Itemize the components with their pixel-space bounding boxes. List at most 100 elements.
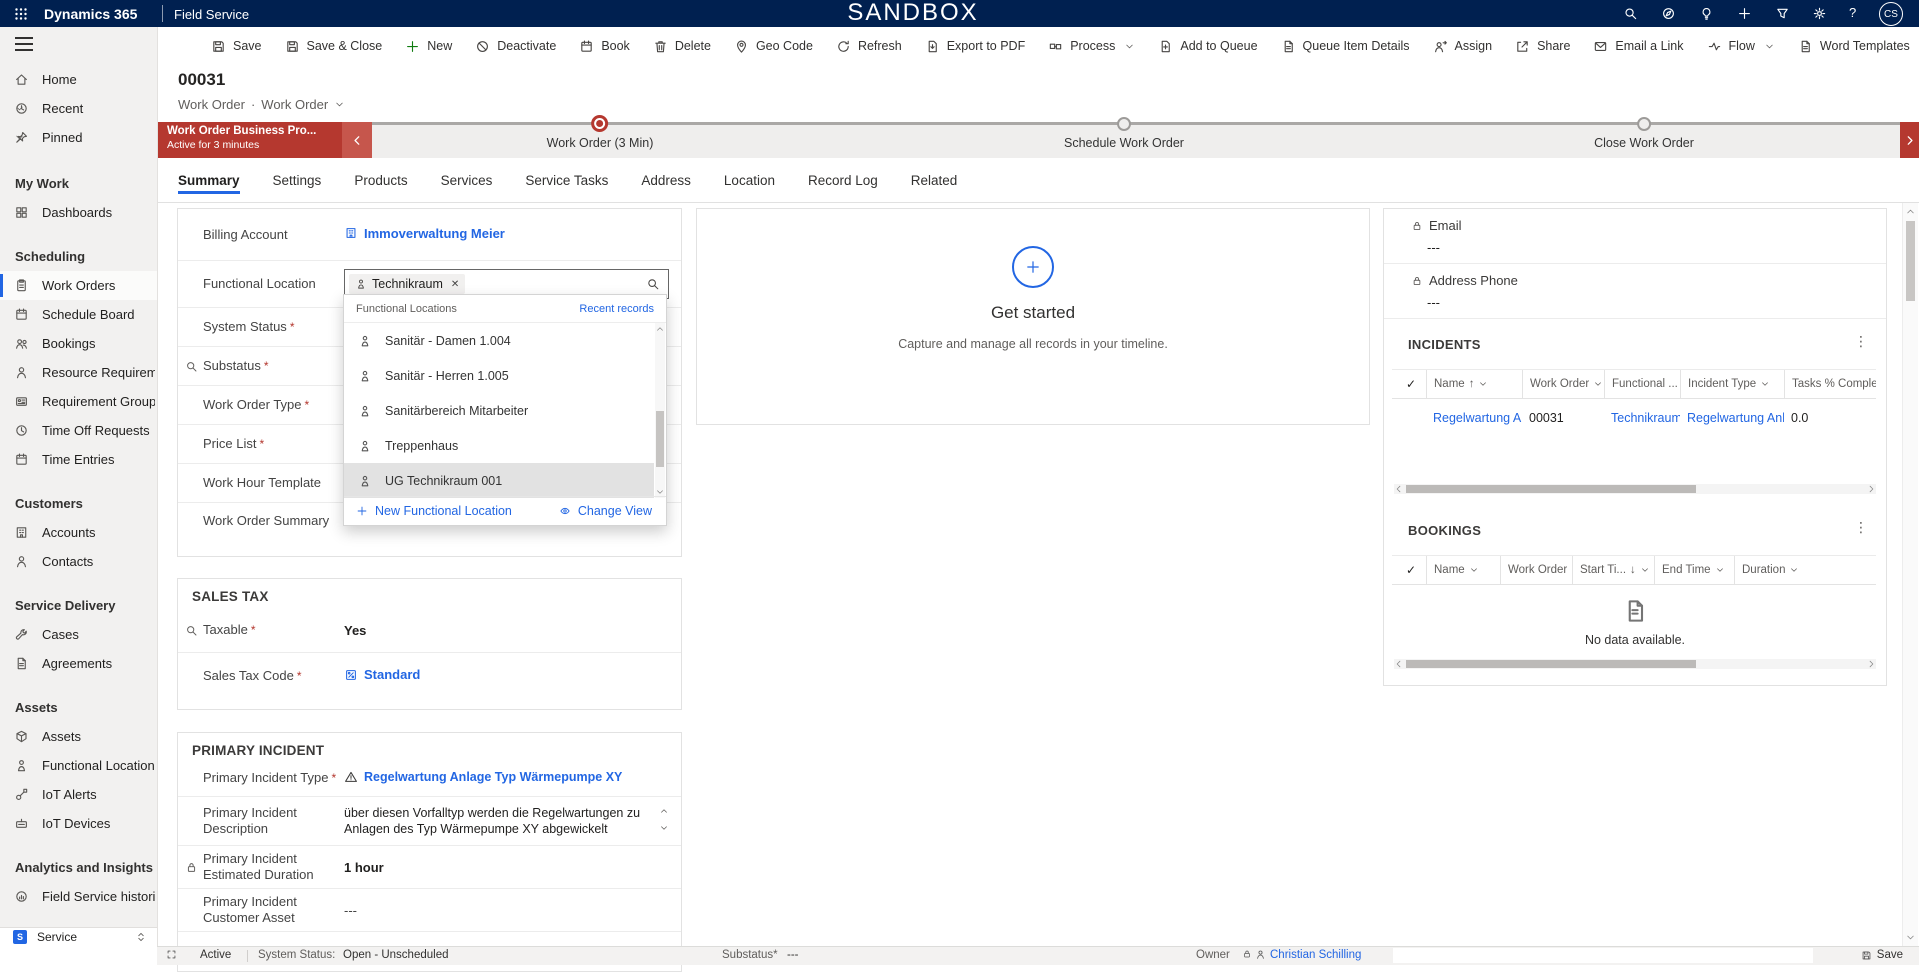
sidebar-item-work-orders[interactable]: Work Orders <box>0 271 157 300</box>
sidebar-item-time-off-requests[interactable]: Time Off Requests <box>0 416 157 445</box>
app-name-label[interactable]: Field Service <box>174 7 249 22</box>
sidebar-item-pinned[interactable]: Pinned <box>0 123 157 152</box>
lightbulb-icon[interactable] <box>1699 6 1714 21</box>
help-icon[interactable]: ? <box>1849 5 1856 20</box>
sidebar-item-recent[interactable]: Recent <box>0 94 157 123</box>
new-functional-location-link[interactable]: New Functional Location <box>356 504 512 518</box>
column-header-name[interactable]: Name↑ <box>1426 370 1522 398</box>
refresh-button[interactable]: Refresh <box>836 39 902 54</box>
scrollbar-thumb[interactable] <box>1406 485 1696 493</box>
export-to-pdf-button[interactable]: Export to PDF <box>925 39 1026 54</box>
incident-functional-link[interactable]: Technikraum <box>1611 411 1680 425</box>
area-switcher[interactable]: S Service <box>0 927 157 946</box>
bpf-collapse-button[interactable] <box>342 122 372 158</box>
bpf-stage-work-order[interactable]: Work Order (3 Min) <box>547 122 654 158</box>
bpf-stage-schedule-work-order[interactable]: Schedule Work Order <box>1064 122 1184 158</box>
gear-icon[interactable] <box>1812 6 1827 21</box>
tab-location[interactable]: Location <box>724 158 775 203</box>
column-header-work-order[interactable]: Work Order <box>1500 556 1572 584</box>
compass-icon[interactable] <box>1661 6 1676 21</box>
column-header-functional[interactable]: Functional ... <box>1604 370 1680 398</box>
tab-summary[interactable]: Summary <box>178 158 240 203</box>
select-all-checkbox[interactable]: ✓ <box>1392 370 1426 398</box>
recent-records-link[interactable]: Recent records <box>579 303 654 315</box>
sidebar-item-dashboards[interactable]: Dashboards <box>0 198 157 227</box>
sidebar-item-requirement-groups[interactable]: Requirement Groups <box>0 387 157 416</box>
process-button[interactable]: Process <box>1048 39 1135 54</box>
sidebar-item-assets[interactable]: Assets <box>0 722 157 751</box>
main-vertical-scrollbar[interactable] <box>1902 203 1918 946</box>
queue-item-details-button[interactable]: Queue Item Details <box>1281 39 1410 54</box>
bpf-next-stage-arrow[interactable] <box>1900 122 1919 158</box>
sidebar-item-agreements[interactable]: Agreements <box>0 649 157 678</box>
sidebar-item-home[interactable]: Home <box>0 65 157 94</box>
tab-record-log[interactable]: Record Log <box>808 158 878 203</box>
bpf-stage-dot[interactable] <box>1117 117 1131 131</box>
hamburger-menu-icon[interactable] <box>15 37 33 51</box>
column-header-work-order[interactable]: Work Order <box>1522 370 1604 398</box>
column-header-name[interactable]: Name <box>1426 556 1500 584</box>
scroll-up-icon[interactable] <box>659 806 669 816</box>
add-to-queue-button[interactable]: Add to Queue <box>1158 39 1257 54</box>
delete-button[interactable]: Delete <box>653 39 711 54</box>
more-commands-icon[interactable]: ⋮ <box>1854 519 1868 536</box>
new-button[interactable]: New <box>405 39 452 54</box>
deactivate-button[interactable]: Deactivate <box>475 39 556 54</box>
lookup-result-item[interactable]: Sanitär - Herren 1.005 <box>344 358 654 393</box>
column-header-duration[interactable]: Duration <box>1734 556 1876 584</box>
incident-type-link[interactable]: Regelwartung Anla <box>1687 411 1784 425</box>
scroll-down-icon[interactable] <box>659 823 669 833</box>
plus-icon[interactable] <box>1737 6 1752 21</box>
sidebar-item-resource-requirements[interactable]: Resource Requireme... <box>0 358 157 387</box>
sidebar-item-contacts[interactable]: Contacts <box>0 547 157 576</box>
word-templates-button[interactable]: Word Templates <box>1798 39 1919 54</box>
tab-products[interactable]: Products <box>354 158 407 203</box>
tab-settings[interactable]: Settings <box>273 158 322 203</box>
breadcrumb-entity[interactable]: Work Order <box>178 97 245 112</box>
assign-button[interactable]: Assign <box>1433 39 1493 54</box>
search-icon[interactable] <box>1623 6 1638 21</box>
sidebar-item-iot-devices[interactable]: IoT Devices <box>0 809 157 838</box>
tab-address[interactable]: Address <box>641 158 691 203</box>
sidebar-item-time-entries[interactable]: Time Entries <box>0 445 157 474</box>
column-header-incident-type[interactable]: Incident Type <box>1680 370 1784 398</box>
substatus-value[interactable]: --- <box>787 949 799 961</box>
share-button[interactable]: Share <box>1515 39 1570 54</box>
scrollbar-thumb[interactable] <box>656 411 664 467</box>
column-header-end-time[interactable]: End Time <box>1654 556 1734 584</box>
footer-expand-icon[interactable] <box>166 949 177 960</box>
sidebar-item-field-service-historical[interactable]: Field Service historic... <box>0 882 157 911</box>
bookings-horizontal-scrollbar[interactable] <box>1394 659 1876 669</box>
scrollbar-thumb[interactable] <box>1406 660 1696 668</box>
tab-related[interactable]: Related <box>911 158 958 203</box>
primary-incident-type-link[interactable]: Regelwartung Anlage Typ Wärmepumpe XY <box>344 770 622 784</box>
save-button[interactable]: Save <box>211 39 262 54</box>
scrollbar-thumb[interactable] <box>1906 221 1915 301</box>
brand-label[interactable]: Dynamics 365 <box>44 6 137 22</box>
bpf-active-stage-dot[interactable] <box>591 115 608 132</box>
flyout-scrollbar[interactable] <box>655 323 665 498</box>
lookup-result-item[interactable]: Sanitär - Damen 1.004 <box>344 323 654 358</box>
filter-icon[interactable] <box>1775 6 1790 21</box>
sidebar-item-schedule-board[interactable]: Schedule Board <box>0 300 157 329</box>
incidents-table-row[interactable]: Regelwartung Anla 00031 Technikraum Rege… <box>1392 399 1876 437</box>
book-button[interactable]: Book <box>579 39 630 54</box>
waffle-icon[interactable] <box>13 6 29 22</box>
tab-service-tasks[interactable]: Service Tasks <box>525 158 608 203</box>
bpf-process-badge[interactable]: Work Order Business Pro... Active for 3 … <box>157 122 342 158</box>
save-and-close-button[interactable]: Save & Close <box>285 39 383 54</box>
owner-value-link[interactable]: Christian Schilling <box>1270 949 1361 961</box>
footer-save-button[interactable]: Save <box>1861 949 1903 961</box>
remove-tag-icon[interactable]: ✕ <box>451 279 459 290</box>
avatar[interactable]: CS <box>1879 2 1903 26</box>
lookup-result-item[interactable]: Sanitärbereich Mitarbeiter <box>344 393 654 428</box>
incidents-horizontal-scrollbar[interactable] <box>1394 484 1876 494</box>
lookup-result-item[interactable]: Treppenhaus <box>344 428 654 463</box>
customer-asset-value[interactable]: --- <box>344 903 669 918</box>
bpf-stage-dot[interactable] <box>1637 117 1651 131</box>
column-header-tasks[interactable]: Tasks % Comple... <box>1784 370 1876 398</box>
incident-name-link[interactable]: Regelwartung Anla <box>1433 411 1522 425</box>
sidebar-item-iot-alerts[interactable]: IoT Alerts <box>0 780 157 809</box>
billing-account-link[interactable]: Immoverwaltung Meier <box>344 226 505 241</box>
owner-field[interactable] <box>1393 948 1813 963</box>
